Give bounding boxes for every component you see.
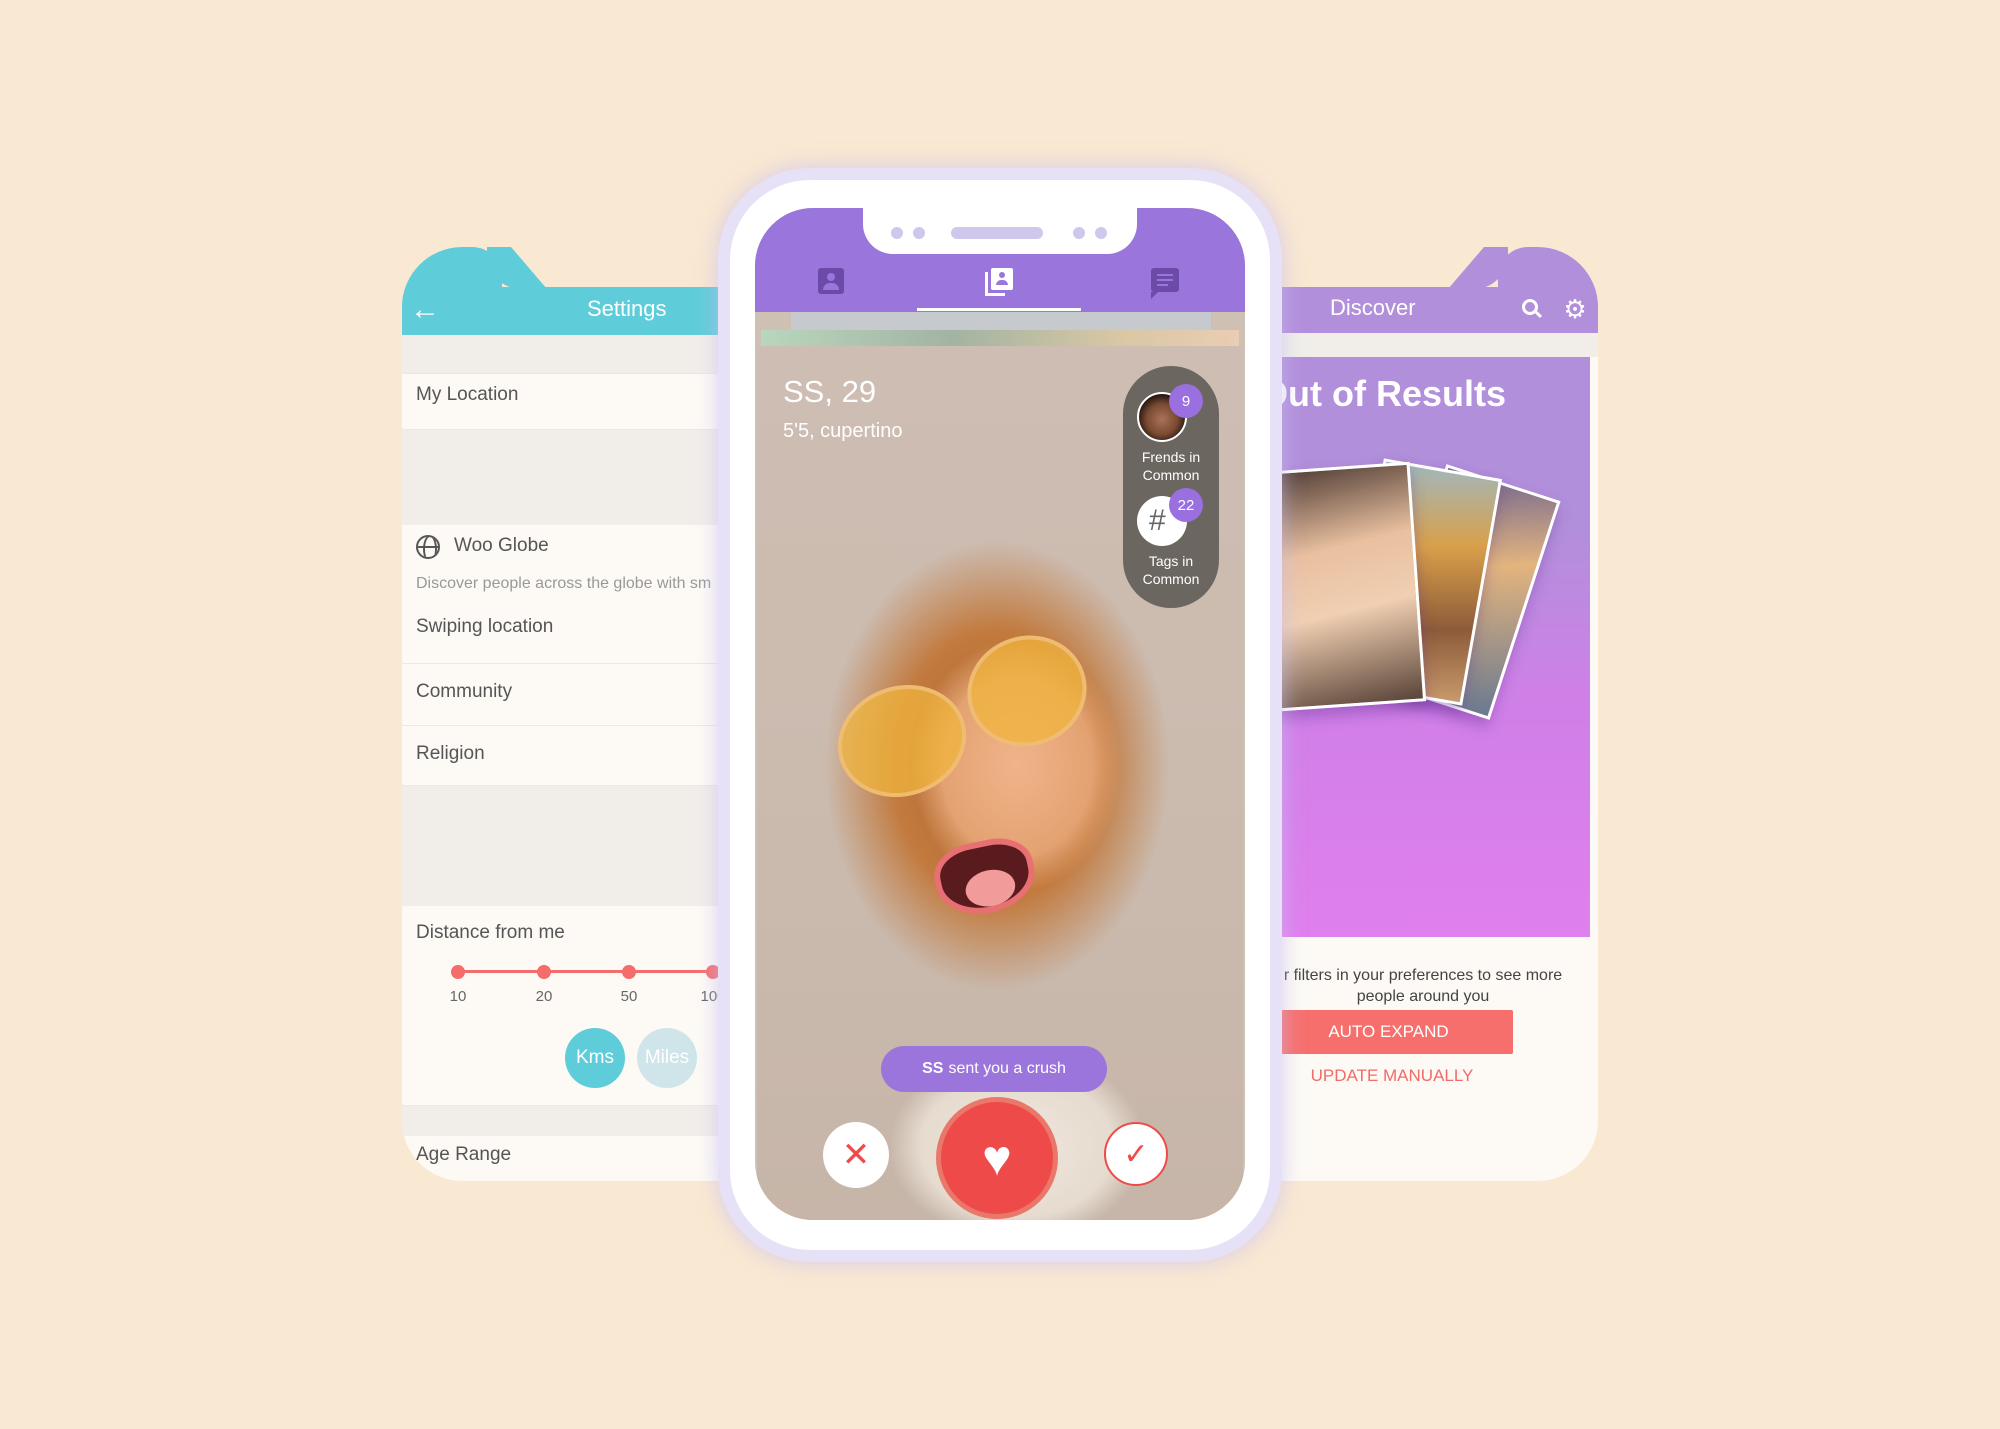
swiping-location-item[interactable]: Swiping location xyxy=(416,616,553,638)
discover-title: Discover xyxy=(1330,295,1416,320)
crush-button[interactable]: ♥ xyxy=(941,1102,1053,1214)
cards-icon[interactable] xyxy=(985,268,1013,296)
active-tab-indicator xyxy=(917,308,1081,311)
divider xyxy=(402,725,742,726)
friends-in-common-label: Frends in Common xyxy=(1123,448,1219,484)
chat-line xyxy=(1157,284,1168,286)
age-range-item[interactable]: Age Range xyxy=(416,1144,511,1166)
reject-button[interactable]: ✕ xyxy=(823,1122,889,1188)
divider xyxy=(402,663,742,664)
photo-detail xyxy=(952,620,1102,762)
discover-body: Out of Results r filters in your prefere… xyxy=(1268,333,1598,1181)
results-description: r filters in your preferences to see mor… xyxy=(1268,965,1598,1007)
section-spacer xyxy=(402,335,742,373)
description-line: people around you xyxy=(1356,988,1490,1005)
label-line: Frends in xyxy=(1141,449,1201,465)
phone-notch xyxy=(863,208,1137,254)
globe-icon xyxy=(416,535,440,559)
profile-name-age: SS, 29 xyxy=(783,374,877,409)
religion-item[interactable]: Religion xyxy=(416,743,485,765)
swipe-phone: SS, 29 5'5, cupertino 9 Frends in Common… xyxy=(730,180,1270,1250)
check-icon: ✓ xyxy=(1123,1137,1149,1171)
slider-stop[interactable] xyxy=(537,965,551,979)
stacked-photo xyxy=(1268,461,1427,713)
crush-message: sent you a crush xyxy=(948,1060,1066,1077)
chat-line xyxy=(1157,279,1173,281)
tags-count-badge: 22 xyxy=(1169,488,1203,522)
distance-label: Distance from me xyxy=(416,922,565,943)
like-button[interactable]: ✓ xyxy=(1104,1122,1168,1186)
settings-header: ← Settings xyxy=(402,287,742,335)
cards-icon-front xyxy=(991,268,1013,290)
woo-globe-title[interactable]: Woo Globe xyxy=(454,535,549,557)
miles-toggle[interactable]: Miles xyxy=(637,1028,697,1088)
section-spacer xyxy=(402,786,742,906)
auto-expand-button[interactable]: AUTO EXPAND xyxy=(1268,1010,1513,1054)
kms-toggle[interactable]: Kms xyxy=(565,1028,625,1088)
arrow-left-icon[interactable]: ← xyxy=(410,293,440,327)
settings-title: Settings xyxy=(587,296,667,321)
slider-tick-label: 10 xyxy=(449,988,467,1005)
distance-slider[interactable]: 10 20 50 100 xyxy=(402,965,742,1010)
section-spacer xyxy=(402,430,742,525)
out-of-results-title: Out of Results xyxy=(1268,373,1507,414)
crush-notification[interactable]: SS sent you a crush xyxy=(881,1046,1107,1092)
profile-details: 5'5, cupertino xyxy=(783,420,903,442)
photo-detail xyxy=(928,831,1042,923)
label-line: Tags in xyxy=(1148,553,1194,569)
photo-detail xyxy=(823,668,981,814)
community-item[interactable]: Community xyxy=(416,681,512,703)
description-line: r filters in your preferences to see mor… xyxy=(1283,967,1563,984)
crush-sender: SS xyxy=(922,1060,944,1077)
swipe-screen: SS, 29 5'5, cupertino 9 Frends in Common… xyxy=(755,208,1245,1220)
out-of-results-card: Out of Results xyxy=(1268,357,1590,937)
slider-stop[interactable] xyxy=(451,965,465,979)
search-icon[interactable] xyxy=(1522,299,1538,315)
gear-icon[interactable]: ⚙ xyxy=(1562,296,1588,322)
sensor-dot xyxy=(1073,227,1085,239)
label-line: Common xyxy=(1142,467,1200,483)
slider-tick-label: 20 xyxy=(535,988,553,1005)
slider-stop[interactable] xyxy=(622,965,636,979)
speaker-bar xyxy=(951,227,1043,239)
section-spacer xyxy=(1268,333,1598,357)
top-nav xyxy=(755,208,1245,312)
woo-globe-description: Discover people across the globe with sm xyxy=(416,575,712,592)
divider xyxy=(402,373,742,374)
my-location-item[interactable]: My Location xyxy=(416,384,518,406)
slider-track xyxy=(457,970,742,973)
slider-tick-label: 100 xyxy=(700,988,726,1005)
close-icon: ✕ xyxy=(841,1136,871,1174)
sensor-dot xyxy=(913,227,925,239)
discover-screen: Discover ⚙ Out of Results r filters in y… xyxy=(1268,247,1598,1181)
friends-count-badge: 9 xyxy=(1169,384,1203,418)
heart-icon: ♥ xyxy=(982,1130,1012,1186)
tags-in-common-label: Tags in Common xyxy=(1123,552,1219,588)
discover-header: Discover ⚙ xyxy=(1268,287,1598,333)
slider-tick-label: 50 xyxy=(620,988,638,1005)
settings-screen: ← Settings My Location Woo Globe Discove… xyxy=(402,247,742,1181)
profile-icon[interactable] xyxy=(818,268,844,294)
in-common-panel[interactable]: 9 Frends in Common # 22 Tags in Common xyxy=(1123,366,1219,608)
card-stack-layer xyxy=(791,312,1211,330)
slider-stop[interactable] xyxy=(706,965,720,979)
sensor-dot xyxy=(891,227,903,239)
sensor-dot xyxy=(1095,227,1107,239)
settings-body: My Location Woo Globe Discover people ac… xyxy=(402,335,742,1181)
label-line: Common xyxy=(1142,571,1200,587)
chat-icon[interactable] xyxy=(1151,268,1179,299)
update-manually-link[interactable]: UPDATE MANUALLY xyxy=(1292,1066,1492,1086)
card-stack-layer xyxy=(761,330,1239,346)
section-spacer xyxy=(402,1106,742,1136)
chat-line xyxy=(1157,274,1173,276)
